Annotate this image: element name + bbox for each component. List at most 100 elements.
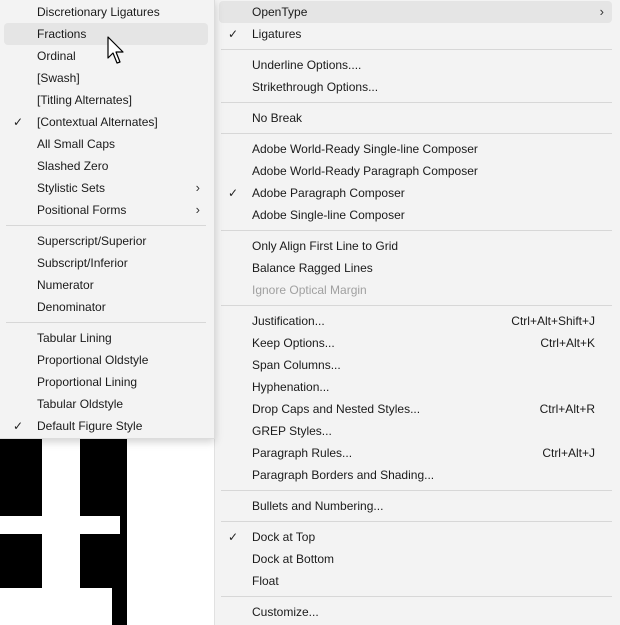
submenu-item-contextual-alternates[interactable]: ✓ [Contextual Alternates] [4, 111, 208, 133]
menu-item-keep-options[interactable]: Keep Options... Ctrl+Alt+K [219, 332, 612, 354]
menu-item-ligatures[interactable]: ✓ Ligatures [219, 23, 612, 45]
menu-item-label: Stylistic Sets [37, 181, 106, 195]
menu-item-label: Discretionary Ligatures [37, 5, 160, 19]
menu-item-label: Denominator [37, 300, 106, 314]
menu-item-label: Balance Ragged Lines [252, 261, 373, 275]
submenu-item-discretionary-ligatures[interactable]: Discretionary Ligatures [4, 1, 208, 23]
menu-separator [6, 322, 206, 323]
menu-item-span-columns[interactable]: Span Columns... [219, 354, 612, 376]
menu-item-label: Customize... [252, 605, 319, 619]
menu-separator [6, 225, 206, 226]
submenu-item-positional-forms[interactable]: Positional Forms › [4, 199, 208, 221]
menu-item-label: [Swash] [37, 71, 80, 85]
submenu-item-swash[interactable]: [Swash] [4, 67, 208, 89]
menu-item-label: Float [252, 574, 279, 588]
menu-item-label: Slashed Zero [37, 159, 109, 173]
menu-item-label: Numerator [37, 278, 94, 292]
checkmark-icon: ✓ [227, 27, 239, 41]
paragraph-context-menu: OpenType › ✓ Ligatures Underline Options… [214, 0, 620, 625]
menu-item-balance-ragged-lines[interactable]: Balance Ragged Lines [219, 257, 612, 279]
submenu-item-titling-alternates[interactable]: [Titling Alternates] [4, 89, 208, 111]
glyph-crossbar [0, 516, 120, 534]
menu-item-label: Subscript/Inferior [37, 256, 128, 270]
menu-item-float[interactable]: Float [219, 570, 612, 592]
menu-item-label: Tabular Lining [37, 331, 112, 345]
menu-item-world-ready-single-line-composer[interactable]: Adobe World-Ready Single-line Composer [219, 138, 612, 160]
menu-item-label: Adobe World-Ready Paragraph Composer [252, 164, 478, 178]
submenu-item-superscript[interactable]: Superscript/Superior [4, 230, 208, 252]
menu-item-label: Dock at Bottom [252, 552, 335, 566]
menu-item-label: Positional Forms [37, 203, 127, 217]
menu-item-single-line-composer[interactable]: Adobe Single-line Composer [219, 204, 612, 226]
submenu-item-numerator[interactable]: Numerator [4, 274, 208, 296]
submenu-item-slashed-zero[interactable]: Slashed Zero [4, 155, 208, 177]
menu-separator [221, 521, 612, 522]
menu-item-customize[interactable]: Customize... [219, 601, 612, 623]
submenu-item-fractions[interactable]: Fractions [4, 23, 208, 45]
shortcut-label: Ctrl+Alt+K [540, 336, 595, 350]
menu-item-label: Ignore Optical Margin [252, 283, 367, 297]
menu-item-strikethrough-options[interactable]: Strikethrough Options... [219, 76, 612, 98]
menu-item-label: Span Columns... [252, 358, 341, 372]
shortcut-label: Ctrl+Alt+Shift+J [511, 314, 595, 328]
menu-separator [221, 230, 612, 231]
menu-item-label: Tabular Oldstyle [37, 397, 124, 411]
menu-item-label: Fractions [37, 27, 87, 41]
menu-item-label: Keep Options... [252, 336, 335, 350]
shortcut-label: Ctrl+Alt+J [542, 446, 595, 460]
menu-item-label: GREP Styles... [252, 424, 332, 438]
menu-item-label: Superscript/Superior [37, 234, 147, 248]
menu-item-drop-caps-nested-styles[interactable]: Drop Caps and Nested Styles... Ctrl+Alt+… [219, 398, 612, 420]
chevron-right-icon: › [599, 4, 604, 19]
menu-item-dock-at-bottom[interactable]: Dock at Bottom [219, 548, 612, 570]
menu-item-grep-styles[interactable]: GREP Styles... [219, 420, 612, 442]
submenu-item-proportional-lining[interactable]: Proportional Lining [4, 371, 208, 393]
menu-item-label: Adobe Single-line Composer [252, 208, 405, 222]
menu-item-dock-at-top[interactable]: ✓ Dock at Top [219, 526, 612, 548]
glyph-foot [0, 588, 112, 625]
submenu-item-proportional-oldstyle[interactable]: Proportional Oldstyle [4, 349, 208, 371]
menu-item-label: Adobe World-Ready Single-line Composer [252, 142, 478, 156]
menu-item-align-first-line-to-grid[interactable]: Only Align First Line to Grid [219, 235, 612, 257]
chevron-right-icon: › [195, 202, 200, 217]
menu-item-label: All Small Caps [37, 137, 116, 151]
menu-item-no-break[interactable]: No Break [219, 107, 612, 129]
checkmark-icon: ✓ [227, 186, 239, 200]
menu-item-label: Ligatures [252, 27, 302, 41]
mouse-pointer-icon [107, 36, 124, 64]
submenu-item-stylistic-sets[interactable]: Stylistic Sets › [4, 177, 208, 199]
submenu-item-denominator[interactable]: Denominator [4, 296, 208, 318]
submenu-item-all-small-caps[interactable]: All Small Caps [4, 133, 208, 155]
menu-item-paragraph-rules[interactable]: Paragraph Rules... Ctrl+Alt+J [219, 442, 612, 464]
checkmark-icon: ✓ [12, 115, 24, 129]
menu-item-label: [Titling Alternates] [37, 93, 132, 107]
menu-separator [221, 596, 612, 597]
menu-item-paragraph-composer[interactable]: ✓ Adobe Paragraph Composer [219, 182, 612, 204]
menu-item-paragraph-borders-shading[interactable]: Paragraph Borders and Shading... [219, 464, 612, 486]
menu-item-justification[interactable]: Justification... Ctrl+Alt+Shift+J [219, 310, 612, 332]
menu-item-world-ready-paragraph-composer[interactable]: Adobe World-Ready Paragraph Composer [219, 160, 612, 182]
submenu-item-tabular-lining[interactable]: Tabular Lining [4, 327, 208, 349]
menu-item-bullets-numbering[interactable]: Bullets and Numbering... [219, 495, 612, 517]
menu-item-label: OpenType [252, 5, 308, 19]
menu-item-underline-options[interactable]: Underline Options.... [219, 54, 612, 76]
menu-item-hyphenation[interactable]: Hyphenation... [219, 376, 612, 398]
submenu-item-subscript[interactable]: Subscript/Inferior [4, 252, 208, 274]
menu-item-label: Proportional Oldstyle [37, 353, 149, 367]
submenu-item-tabular-oldstyle[interactable]: Tabular Oldstyle [4, 393, 208, 415]
menu-item-ignore-optical-margin: Ignore Optical Margin [219, 279, 612, 301]
menu-separator [221, 102, 612, 103]
menu-item-opentype[interactable]: OpenType › [219, 1, 612, 23]
menu-separator [221, 305, 612, 306]
submenu-item-default-figure-style[interactable]: ✓ Default Figure Style [4, 415, 208, 437]
menu-item-label: Bullets and Numbering... [252, 499, 384, 513]
menu-item-label: [Contextual Alternates] [37, 115, 158, 129]
menu-item-label: Paragraph Borders and Shading... [252, 468, 435, 482]
menu-item-label: No Break [252, 111, 303, 125]
menu-item-label: Drop Caps and Nested Styles... [252, 402, 421, 416]
menu-item-label: Underline Options.... [252, 58, 362, 72]
submenu-item-ordinal[interactable]: Ordinal [4, 45, 208, 67]
menu-item-label: Paragraph Rules... [252, 446, 353, 460]
glyph-stem [42, 438, 80, 588]
shortcut-label: Ctrl+Alt+R [539, 402, 595, 416]
